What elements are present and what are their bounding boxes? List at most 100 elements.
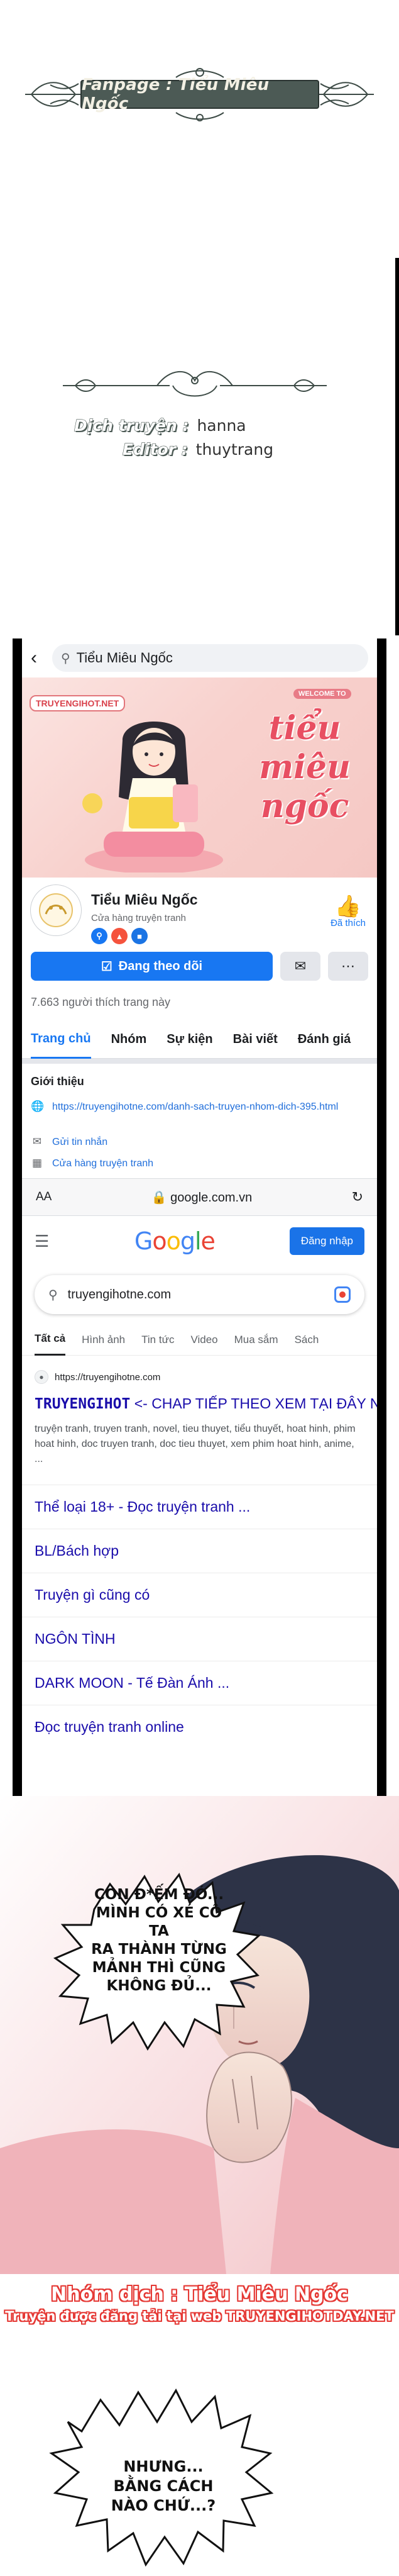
- following-label: Đang theo dõi: [118, 959, 203, 973]
- url-text: google.com.vn: [170, 1190, 253, 1205]
- back-arrow-icon[interactable]: ‹: [31, 649, 46, 667]
- site-favicon-icon: ●: [35, 1370, 48, 1384]
- result-title-brand: TRUYENGIHOT: [35, 1396, 131, 1412]
- globe-icon: 🌐: [31, 1100, 45, 1112]
- sitelink[interactable]: DARK MOON - Tế Đàn Ánh ...: [22, 1661, 377, 1705]
- page-category: Cửa hàng truyện tranh: [91, 913, 186, 923]
- bubble2-line: NHƯNG...: [123, 2458, 204, 2475]
- editor-name: thuytrang: [195, 440, 274, 459]
- google-search-input[interactable]: ⚲ truyengihotne.com: [35, 1275, 364, 1314]
- cart-badge-icon[interactable]: ▲: [111, 928, 128, 944]
- tab-reviews[interactable]: Đánh giá: [298, 1021, 351, 1059]
- fb-search-row: ‹ ⚲ Tiểu Miêu Ngốc: [22, 638, 377, 677]
- result-site-url: https://truyengihotne.com: [55, 1371, 161, 1383]
- messenger-icon: ✉: [294, 958, 307, 974]
- sitelink[interactable]: Đọc truyện tranh online: [22, 1705, 377, 1749]
- address-url[interactable]: 🔒 google.com.vn: [52, 1190, 351, 1205]
- fb-search-input[interactable]: ⚲ Tiểu Miêu Ngốc: [52, 644, 368, 672]
- send-message-link[interactable]: Gửi tin nhắn: [52, 1135, 354, 1149]
- tab-shopping[interactable]: Mua sắm: [234, 1324, 278, 1356]
- group-credit: Nhóm dịch : Tiểu Miêu Ngốc: [51, 2283, 348, 2306]
- phone-bezel-right: [377, 638, 386, 1796]
- google-lens-icon[interactable]: [334, 1286, 351, 1303]
- result-title-rest: <- CHAP TIẾP THEO XEM TẠI ĐÂY NHA: [134, 1395, 377, 1412]
- bubble2-line: BẰNG CÁCH: [113, 2477, 214, 2495]
- google-query: truyengihotne.com: [67, 1287, 172, 1302]
- page-profile: Tiểu Miêu Ngốc Cửa hàng truyện tranh ⚲ ▲…: [22, 878, 377, 947]
- follow-calendar-icon: ☑: [101, 959, 112, 974]
- sign-in-button[interactable]: Đăng nhập: [289, 1227, 364, 1255]
- right-edge-line: [395, 258, 399, 635]
- result-site[interactable]: ● https://truyengihotne.com: [35, 1370, 160, 1384]
- search-badge-icon[interactable]: ⚲: [91, 928, 107, 944]
- tab-images[interactable]: Hình ảnh: [82, 1324, 125, 1356]
- cover-title-line1: tiểu: [268, 709, 341, 747]
- browser-address-bar: AA 🔒 google.com.vn ↻: [22, 1178, 377, 1216]
- intro-title: Giới thiệu: [31, 1075, 84, 1088]
- messenger-button[interactable]: ✉: [280, 952, 320, 981]
- fanpage-plate: Fanpage : Tiểu Miêu Ngốc: [80, 75, 319, 113]
- reader-mode-button[interactable]: AA: [36, 1190, 52, 1204]
- more-button[interactable]: ⋯: [328, 952, 368, 981]
- cover-photo[interactable]: TRUYENGIHOT.NET WELCOME TO tiểu miêu ngố…: [22, 677, 377, 878]
- page-name: Tiểu Miêu Ngốc: [91, 891, 198, 908]
- fanpage-banner: Fanpage : Tiểu Miêu Ngốc: [25, 66, 374, 123]
- thumbs-up-icon: 👍: [334, 895, 362, 918]
- result-snippet: truyện tranh, truyen tranh, novel, tieu …: [35, 1424, 356, 1464]
- search-icon: ⚲: [61, 651, 70, 666]
- lock-icon: 🔒: [151, 1190, 167, 1205]
- bubble2-line: NÀO CHỨ...?: [111, 2497, 216, 2514]
- tab-home[interactable]: Trang chủ: [31, 1021, 91, 1059]
- tab-events[interactable]: Sự kiện: [167, 1021, 212, 1059]
- search-icon: ⚲: [48, 1288, 58, 1302]
- sitelink[interactable]: Truyện gì cũng có: [22, 1573, 377, 1617]
- tab-all[interactable]: Tất cả: [35, 1324, 66, 1356]
- tab-news[interactable]: Tin tức: [141, 1324, 174, 1356]
- more-dots-icon: ⋯: [341, 958, 355, 974]
- translator-credit: Dịch truyện : hanna: [74, 416, 246, 435]
- intro-section: Giới thiệu 🌐 https://truyengihotne.com/d…: [22, 1059, 377, 1178]
- sitelink[interactable]: BL/Bách hợp: [22, 1529, 377, 1573]
- reload-icon[interactable]: ↻: [352, 1189, 363, 1205]
- result-title[interactable]: TRUYENGIHOT <- CHAP TIẾP THEO XEM TẠI ĐÂ…: [35, 1395, 377, 1412]
- bubble1-line: KHÔNG ĐỦ...: [106, 1978, 212, 1994]
- page-avatar[interactable]: [31, 885, 81, 935]
- following-button[interactable]: ☑ Đang theo dõi: [31, 952, 273, 981]
- cover-title-line2: miêu: [259, 748, 351, 786]
- tab-books[interactable]: Sách: [295, 1324, 319, 1356]
- sitelink[interactable]: Thể loại 18+ - Đọc truyện tranh ...: [22, 1485, 377, 1529]
- fb-search-query: Tiểu Miêu Ngốc: [76, 650, 173, 666]
- editor-credit: Editor : thuytrang: [122, 440, 274, 459]
- messenger-small-icon: ✉: [32, 1135, 42, 1147]
- bubble1-line: MÌNH CÓ XÉ CÔ TA: [96, 1905, 222, 1939]
- shop-icon: ▦: [31, 1157, 43, 1169]
- intro-category[interactable]: Cửa hàng truyện tranh: [52, 1157, 354, 1171]
- intro-website-row[interactable]: 🌐 https://truyengihotne.com/danh-sach-tr…: [31, 1100, 354, 1114]
- page-tabs: Trang chủ Nhóm Sự kiện Bài viết Đánh giá: [22, 1021, 377, 1059]
- shop-badge-icon[interactable]: ■: [131, 928, 148, 944]
- tab-video[interactable]: Video: [190, 1324, 217, 1356]
- google-logo[interactable]: Google: [60, 1227, 290, 1255]
- phone-screenshot: ‹ ⚲ Tiểu Miêu Ngốc TRUYENGIHOT.NET WELCO…: [22, 638, 377, 1796]
- tab-groups[interactable]: Nhóm: [111, 1021, 147, 1059]
- like-button[interactable]: 👍 Đã thích: [328, 895, 368, 928]
- flourish-divider-icon: [63, 371, 327, 397]
- bubble1-line: RA THÀNH TỪNG: [91, 1941, 227, 1958]
- intro-category-row: ▦ Cửa hàng truyện tranh: [31, 1157, 354, 1171]
- sitelink[interactable]: NGÔN TÌNH: [22, 1617, 377, 1661]
- cover-title-line3: ngốc: [260, 787, 349, 825]
- cover-welcome: WELCOME TO: [293, 689, 351, 699]
- intro-website-link[interactable]: https://truyengihotne.com/danh-sach-truy…: [52, 1100, 354, 1114]
- girl-illustration-icon: [82, 722, 223, 873]
- avatar-logo-icon: [39, 893, 73, 927]
- intro-message-row[interactable]: ✉ Gửi tin nhắn: [31, 1135, 354, 1149]
- phone-bezel-left: [13, 638, 22, 1796]
- hamburger-menu-icon[interactable]: ☰: [35, 1232, 60, 1251]
- page-badges: ⚲ ▲ ■: [91, 928, 148, 944]
- speech-bubble-2-text: NHƯNG... BẰNG CÁCH NÀO CHỨ...?: [107, 2457, 220, 2516]
- bubble1-line: MẢNH THÌ CŨNG: [92, 1960, 226, 1976]
- translator-name: hanna: [197, 416, 246, 435]
- google-tabs: Tất cả Hình ảnh Tin tức Video Mua sắm Sá…: [22, 1324, 377, 1356]
- like-label: Đã thích: [331, 918, 366, 928]
- tab-posts[interactable]: Bài viết: [233, 1021, 278, 1059]
